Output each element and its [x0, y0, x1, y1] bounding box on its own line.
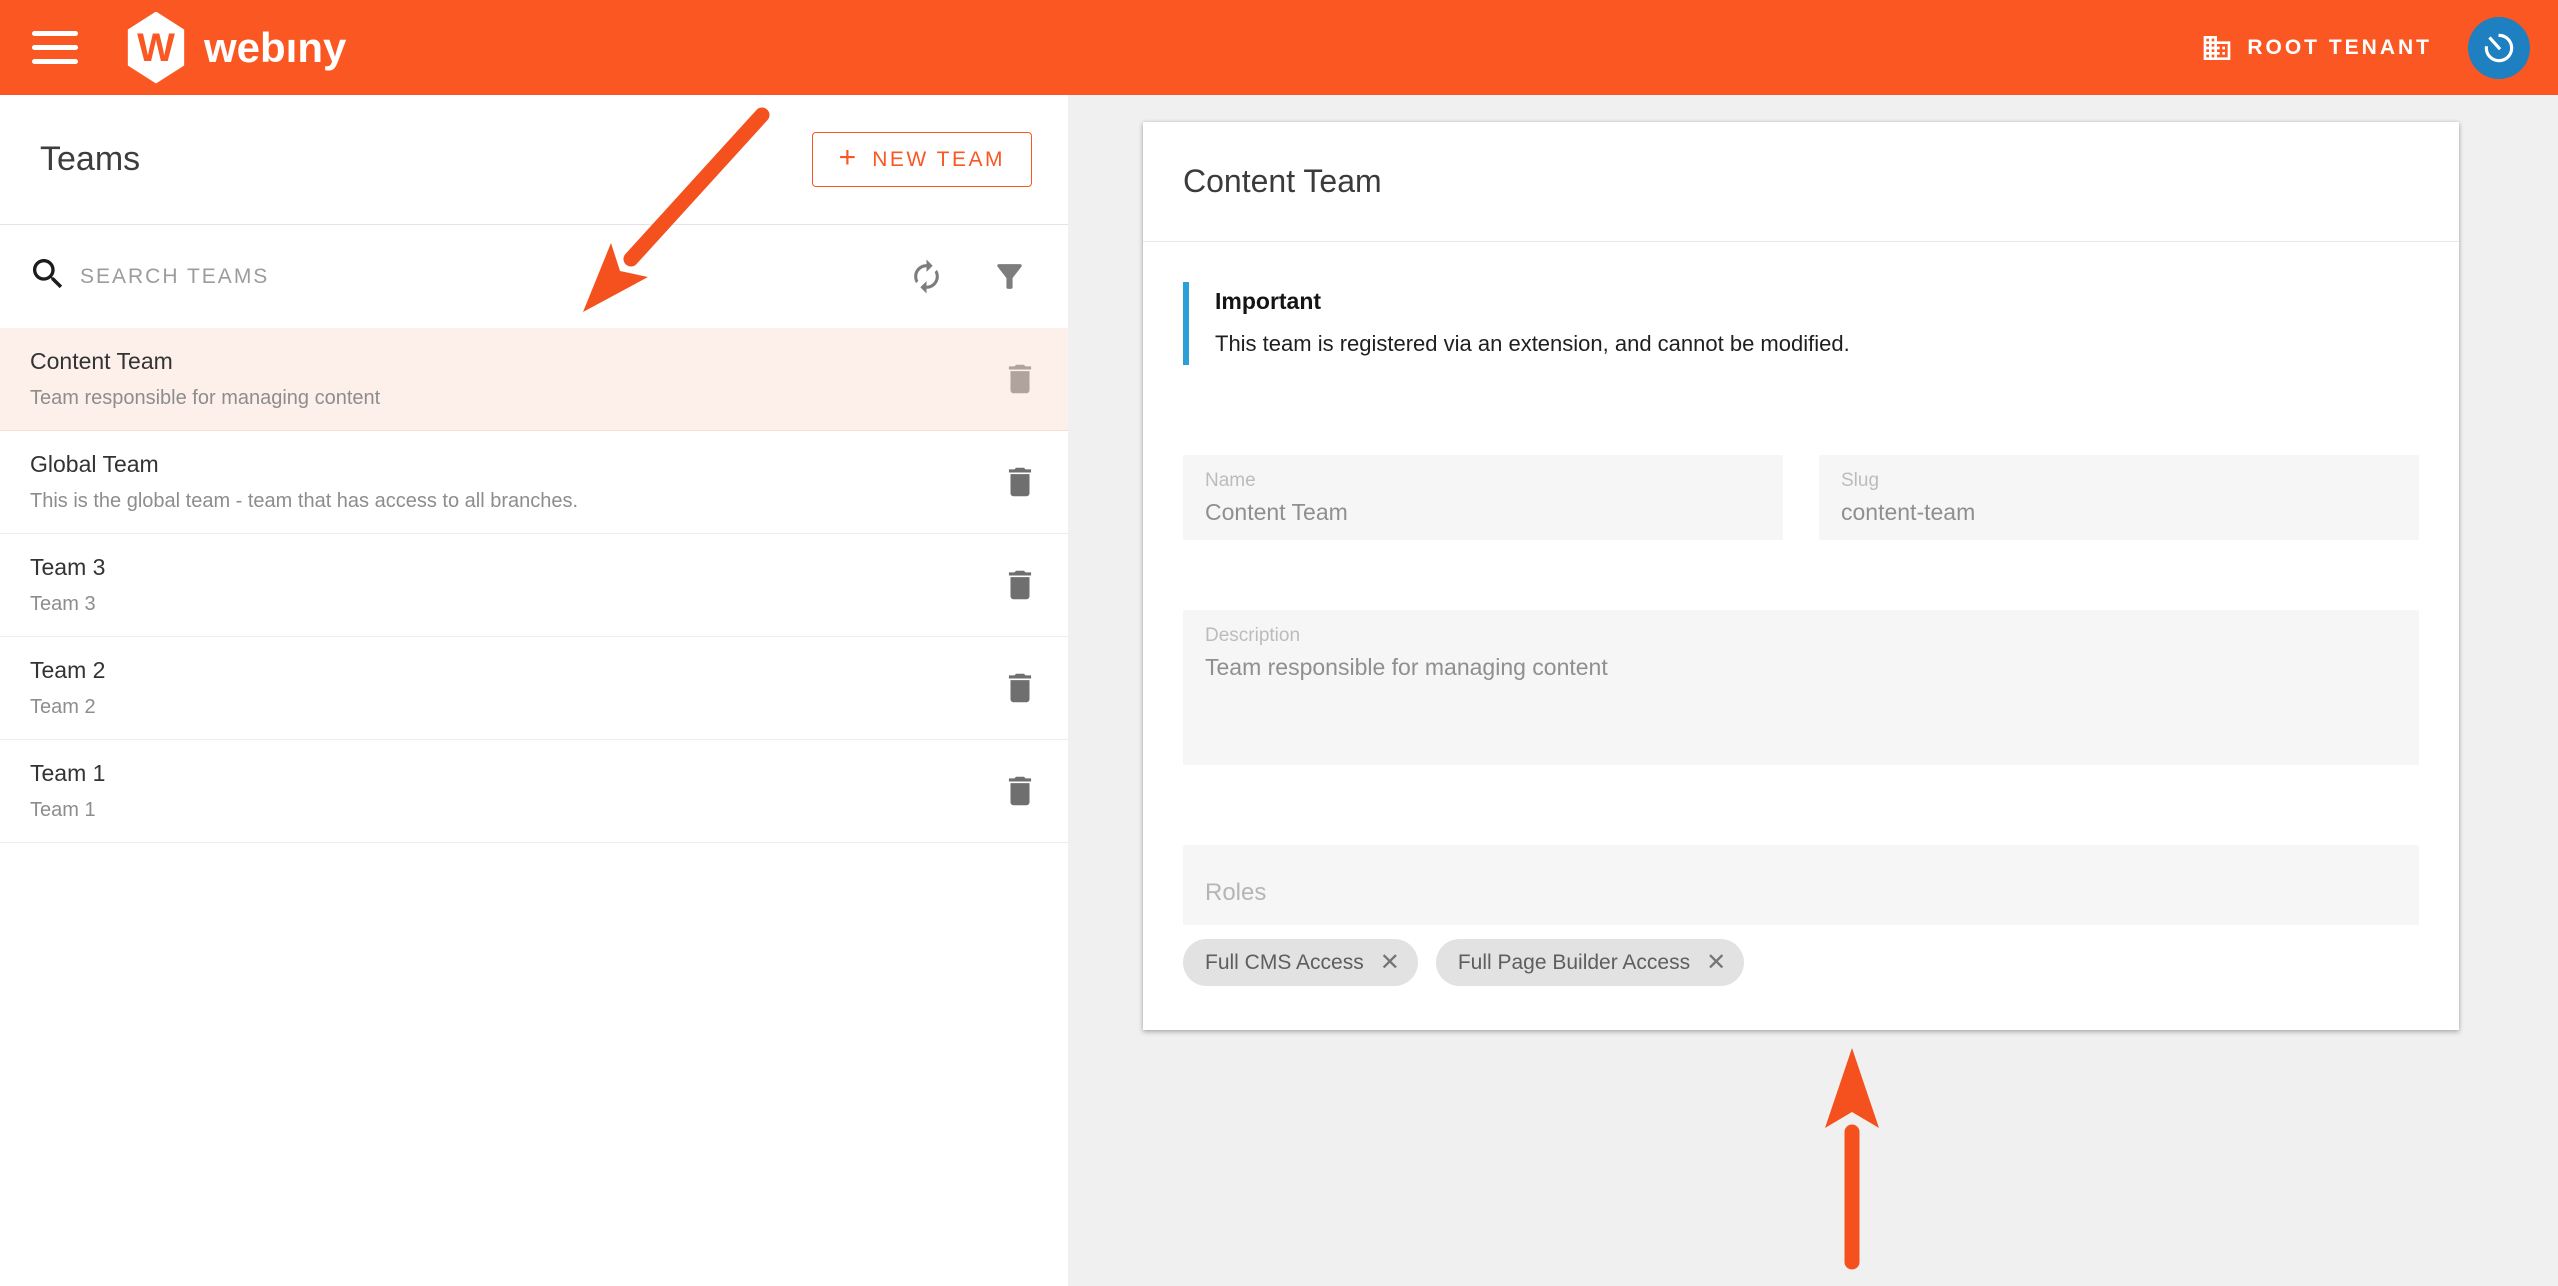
slug-field: Slug content-team	[1819, 455, 2419, 540]
team-list-item[interactable]: Content Team Team responsible for managi…	[0, 328, 1068, 431]
trash-icon	[1008, 467, 1032, 497]
new-team-button[interactable]: + NEW TEAM	[811, 132, 1032, 187]
details-card-header: Content Team	[1143, 122, 2459, 242]
role-chip-label: Full Page Builder Access	[1457, 950, 1691, 974]
webiny-hexagon-icon: W	[127, 11, 185, 84]
team-list-item[interactable]: Team 3 Team 3	[0, 534, 1068, 637]
details-title: Content Team	[1183, 163, 1382, 199]
important-notice: Important This team is registered via an…	[1183, 282, 2419, 365]
name-field-value: Content Team	[1205, 499, 1348, 525]
role-chip: Full Page Builder Access ✕	[1435, 939, 1745, 986]
description-field-label: Description	[1205, 625, 1301, 646]
top-app-bar: W webıny ROOT TENANT	[0, 0, 2558, 95]
tenant-label: ROOT TENANT	[2247, 35, 2432, 59]
team-description: This is the global team - team that has …	[30, 490, 579, 512]
plus-icon: +	[838, 141, 857, 174]
remove-role-icon[interactable]: ✕	[1380, 950, 1400, 975]
trash-icon	[1008, 364, 1032, 394]
trash-icon	[1008, 776, 1032, 806]
slug-field-label: Slug	[1841, 470, 1880, 491]
delete-team-button[interactable]	[998, 563, 1042, 607]
search-input[interactable]	[80, 264, 908, 289]
remove-role-icon[interactable]: ✕	[1706, 950, 1726, 975]
webiny-logo[interactable]: W webıny	[124, 11, 347, 84]
page-title: Teams	[40, 140, 141, 178]
role-chip-label: Full CMS Access	[1205, 950, 1364, 974]
user-avatar[interactable]	[2468, 16, 2530, 79]
team-name: Team 3	[30, 554, 106, 580]
delete-team-button[interactable]	[998, 357, 1042, 401]
refresh-icon[interactable]	[908, 258, 945, 295]
tenant-selector[interactable]: ROOT TENANT	[2201, 32, 2432, 64]
name-field-label: Name	[1205, 470, 1256, 491]
role-chips: Full CMS Access ✕ Full Page Builder Acce…	[1183, 939, 2419, 986]
new-team-button-label: NEW TEAM	[872, 147, 1005, 171]
team-description: Team 3	[30, 593, 96, 615]
team-description: Team 2	[30, 696, 96, 718]
team-description: Team 1	[30, 799, 96, 821]
description-field: Description Team responsible for managin…	[1183, 610, 2419, 765]
name-field: Name Content Team	[1183, 455, 1783, 540]
team-name: Content Team	[30, 348, 173, 374]
delete-team-button[interactable]	[998, 769, 1042, 813]
teams-list-panel: Teams + NEW TEAM Content Team Team respo…	[0, 95, 1068, 1286]
roles-field-label: Roles	[1205, 878, 1267, 906]
power-icon	[2484, 33, 2514, 62]
notice-title: Important	[1215, 288, 1322, 314]
building-icon	[2204, 35, 2231, 60]
team-description: Team responsible for managing content	[30, 387, 381, 409]
notice-body: This team is registered via an extension…	[1215, 331, 1850, 356]
filter-icon[interactable]	[991, 258, 1028, 295]
team-details-card: Content Team Important This team is regi…	[1143, 122, 2459, 1030]
team-name: Global Team	[30, 451, 159, 477]
trash-icon	[1008, 570, 1032, 600]
team-list-item[interactable]: Team 2 Team 2	[0, 637, 1068, 740]
description-field-value: Team responsible for managing content	[1205, 654, 1608, 680]
search-bar	[0, 225, 1068, 328]
delete-team-button[interactable]	[998, 666, 1042, 710]
teams-panel-header: Teams + NEW TEAM	[0, 95, 1068, 225]
delete-team-button[interactable]	[998, 460, 1042, 504]
teams-list: Content Team Team responsible for managi…	[0, 328, 1068, 843]
team-list-item[interactable]: Team 1 Team 1	[0, 740, 1068, 843]
brand-wordmark: webıny	[204, 23, 347, 71]
team-name: Team 1	[30, 760, 106, 786]
roles-field: Roles	[1183, 845, 2419, 925]
slug-field-value: content-team	[1841, 499, 1976, 525]
team-details-area: Content Team Important This team is regi…	[1068, 95, 2558, 1286]
search-icon	[28, 254, 68, 299]
team-name: Team 2	[30, 657, 106, 683]
trash-icon	[1008, 673, 1032, 703]
role-chip: Full CMS Access ✕	[1183, 939, 1418, 986]
hamburger-menu-icon[interactable]	[32, 28, 80, 68]
logo-letter: W	[137, 25, 175, 70]
team-list-item[interactable]: Global Team This is the global team - te…	[0, 431, 1068, 534]
